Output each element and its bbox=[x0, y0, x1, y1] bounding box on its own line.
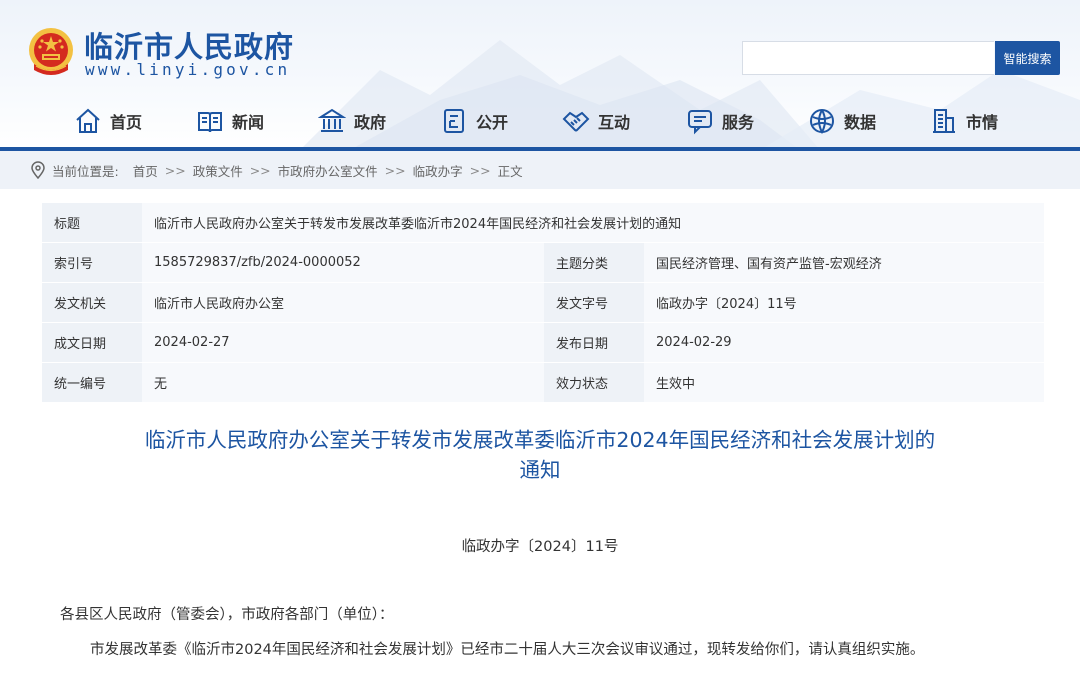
breadcrumb-item-current: 正文 bbox=[497, 163, 523, 179]
index-value: 1585729837/zfb/2024-0000052 bbox=[142, 242, 544, 283]
nav-item-city-info[interactable]: 市情 bbox=[930, 104, 998, 138]
document-title-line: 临沂市人民政府办公室关于转发市发展改革委临沂市2024年国民经济和社会发展计划的 bbox=[144, 428, 936, 452]
table-row: 索引号 1585729837/zfb/2024-0000052 主题分类 国民经… bbox=[42, 242, 1044, 283]
uniform-label: 统一编号 bbox=[42, 362, 142, 403]
topic-value: 国民经济管理、国有资产监管-宏观经济 bbox=[644, 242, 1044, 283]
table-row: 成文日期 2024-02-27 发布日期 2024-02-29 bbox=[42, 322, 1044, 363]
site-url[interactable]: www.linyi.gov.cn bbox=[85, 60, 290, 79]
nav-label: 市情 bbox=[966, 113, 999, 132]
handshake-icon bbox=[562, 111, 590, 132]
main-nav: 首页 新闻 政府 公开 互动 服务 数据 市情 bbox=[0, 104, 1080, 140]
document-paragraph: 市发展改革委《临沂市2024年国民经济和社会发展计划》已经市二十届人大三次会议审… bbox=[90, 642, 925, 658]
created-label: 成文日期 bbox=[42, 322, 142, 363]
location-pin-icon bbox=[31, 161, 45, 179]
document-title: 临沂市人民政府办公室关于转发市发展改革委临沂市2024年国民经济和社会发展计划的… bbox=[100, 425, 980, 485]
created-value: 2024-02-27 bbox=[142, 322, 544, 363]
nav-item-news[interactable]: 新闻 bbox=[196, 104, 264, 138]
breadcrumb: 当前位置是: 首页 >> 政策文件 >> 市政府办公室文件 >> 临政办字 >>… bbox=[0, 151, 1080, 189]
nav-item-interaction[interactable]: 互动 bbox=[562, 104, 630, 138]
breadcrumb-separator: >> bbox=[164, 162, 186, 178]
nav-item-open[interactable]: 公开 bbox=[440, 104, 508, 138]
document-icon bbox=[444, 109, 464, 133]
nav-item-home[interactable]: 首页 bbox=[74, 104, 142, 138]
docno-value: 临政办字〔2024〕11号 bbox=[644, 282, 1044, 323]
nav-item-government[interactable]: 政府 bbox=[318, 104, 386, 138]
nav-item-service[interactable]: 服务 bbox=[686, 104, 754, 138]
search-input[interactable] bbox=[742, 41, 994, 75]
published-label: 发布日期 bbox=[544, 322, 644, 363]
title-label: 标题 bbox=[42, 203, 142, 243]
breadcrumb-label: 当前位置是: bbox=[52, 163, 119, 179]
nav-label: 公开 bbox=[476, 113, 509, 132]
breadcrumb-separator: >> bbox=[469, 162, 491, 178]
document-number: 临政办字〔2024〕11号 bbox=[461, 539, 619, 555]
issuer-label: 发文机关 bbox=[42, 282, 142, 323]
breadcrumb-item-policy[interactable]: 政策文件 bbox=[193, 161, 243, 180]
government-icon bbox=[318, 108, 346, 132]
title-value: 临沂市人民政府办公室关于转发市发展改革委临沂市2024年国民经济和社会发展计划的… bbox=[142, 203, 1044, 243]
table-row: 统一编号 无 效力状态 生效中 bbox=[42, 362, 1044, 403]
document-salutation: 各县区人民政府（管委会），市政府各部门（单位）： bbox=[60, 607, 394, 623]
breadcrumb-item-office-docs[interactable]: 市政府办公室文件 bbox=[278, 161, 378, 180]
topic-label: 主题分类 bbox=[544, 242, 644, 283]
uniform-value: 无 bbox=[142, 362, 544, 403]
search-button[interactable]: 智能搜索 bbox=[995, 41, 1060, 75]
docno-label: 发文字号 bbox=[544, 282, 644, 323]
breadcrumb-separator: >> bbox=[384, 162, 406, 178]
published-value: 2024-02-29 bbox=[644, 322, 1044, 363]
national-emblem-icon bbox=[29, 28, 73, 75]
nav-label: 服务 bbox=[722, 113, 755, 132]
nav-label: 数据 bbox=[844, 113, 877, 132]
nav-label: 政府 bbox=[354, 113, 387, 132]
status-label: 效力状态 bbox=[544, 362, 644, 403]
nav-label: 互动 bbox=[598, 113, 631, 132]
index-label: 索引号 bbox=[42, 242, 142, 283]
issuer-value: 临沂市人民政府办公室 bbox=[142, 282, 544, 323]
nav-label: 新闻 bbox=[232, 113, 265, 132]
table-row: 标题 临沂市人民政府办公室关于转发市发展改革委临沂市2024年国民经济和社会发展… bbox=[42, 203, 1044, 243]
news-icon bbox=[198, 112, 222, 133]
site-header: 临沂市人民政府 www.linyi.gov.cn 智能搜索 首页 新闻 政府 公… bbox=[0, 0, 1080, 150]
table-row: 发文机关 临沂市人民政府办公室 发文字号 临政办字〔2024〕11号 bbox=[42, 282, 1044, 323]
breadcrumb-item-home[interactable]: 首页 bbox=[133, 161, 158, 180]
home-icon bbox=[76, 108, 100, 133]
chat-icon bbox=[688, 110, 712, 135]
breadcrumb-item-category[interactable]: 临政办字 bbox=[413, 161, 463, 180]
document-title-line: 通知 bbox=[519, 458, 561, 482]
building-icon bbox=[933, 109, 955, 133]
status-value: 生效中 bbox=[644, 362, 1044, 403]
breadcrumb-separator: >> bbox=[249, 162, 271, 178]
nav-label: 首页 bbox=[110, 113, 143, 132]
nav-item-data[interactable]: 数据 bbox=[808, 104, 876, 138]
document-info-table: 标题 临沂市人民政府办公室关于转发市发展改革委临沂市2024年国民经济和社会发展… bbox=[42, 203, 1044, 403]
globe-icon bbox=[810, 109, 834, 135]
